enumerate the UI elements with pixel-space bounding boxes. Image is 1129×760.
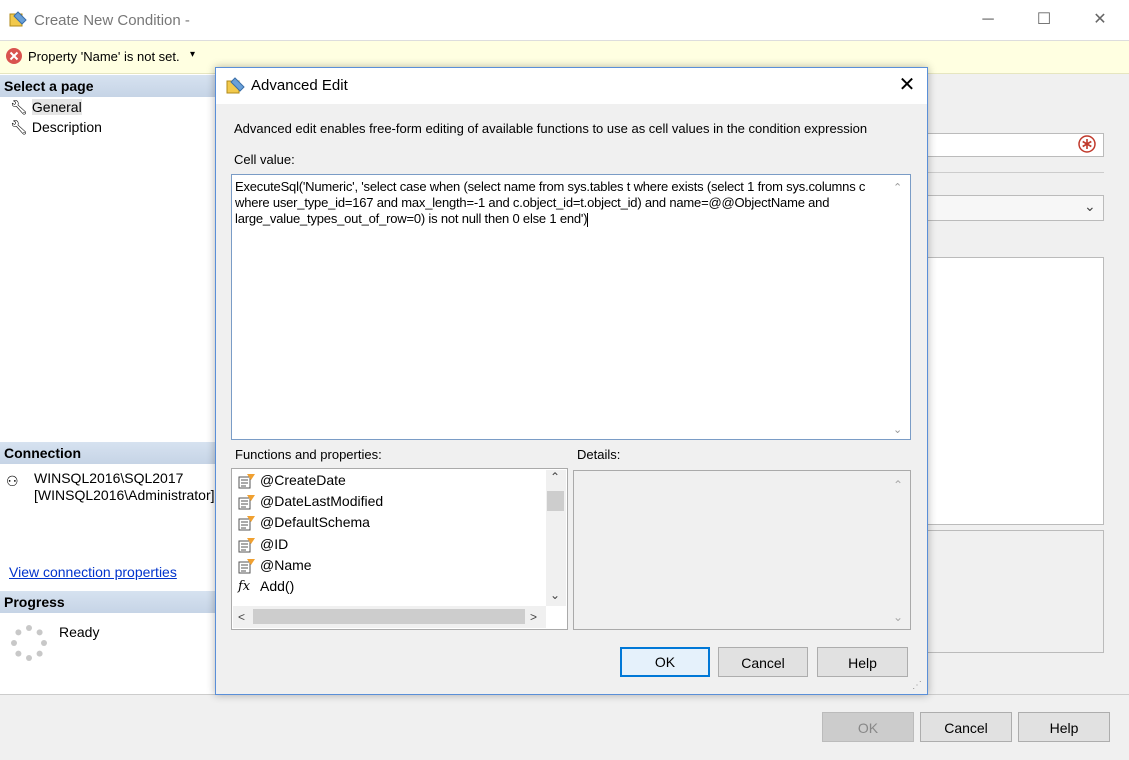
connection-info: WINSQL2016\SQL2017 [WINSQL2016\Administr… bbox=[34, 470, 215, 504]
cancel-button[interactable]: Cancel bbox=[920, 712, 1012, 742]
progress-status: Ready bbox=[59, 624, 100, 640]
dialog-ok-button[interactable]: OK bbox=[620, 647, 710, 677]
progress-spinner-icon bbox=[11, 625, 47, 661]
list-item[interactable]: @Name bbox=[238, 557, 312, 574]
expression-detail-box bbox=[926, 530, 1104, 653]
list-item[interactable]: @DefaultSchema bbox=[238, 514, 370, 531]
scroll-down-arrow-icon[interactable]: ⌄ bbox=[550, 588, 560, 602]
scroll-left-arrow-icon[interactable]: < bbox=[238, 610, 245, 624]
functions-scroll-thumb[interactable] bbox=[547, 491, 564, 511]
dialog-help-button[interactable]: Help bbox=[817, 647, 908, 677]
select-page-header: Select a page bbox=[0, 75, 215, 97]
list-item-label: @CreateDate bbox=[260, 472, 346, 488]
view-connection-properties-link[interactable]: View connection properties bbox=[9, 564, 177, 580]
list-item-label: Add() bbox=[260, 578, 295, 594]
scroll-up-arrow-icon[interactable]: ⌃ bbox=[550, 470, 560, 484]
help-button[interactable]: Help bbox=[1018, 712, 1110, 742]
connection-server: WINSQL2016\SQL2017 bbox=[34, 470, 184, 486]
list-item[interactable]: @DateLastModified bbox=[238, 493, 383, 510]
list-item[interactable]: @ID bbox=[238, 536, 288, 553]
dialog-cancel-button[interactable]: Cancel bbox=[718, 647, 808, 677]
text-caret bbox=[587, 212, 589, 227]
page-item-description[interactable]: 🔧︎ Description bbox=[10, 119, 102, 136]
list-item[interactable]: fx Add() bbox=[238, 578, 294, 595]
list-item-label: @DateLastModified bbox=[260, 493, 384, 509]
connection-header: Connection bbox=[0, 442, 215, 464]
divider bbox=[926, 172, 1104, 173]
details-label: Details: bbox=[577, 447, 621, 462]
cell-value-text[interactable]: ExecuteSql('Numeric', 'select case when … bbox=[235, 179, 887, 227]
chevron-down-icon[interactable]: ▾ bbox=[190, 49, 195, 60]
condition-app-icon bbox=[9, 11, 27, 27]
cell-value-content: ExecuteSql('Numeric', 'select case when … bbox=[235, 179, 866, 226]
required-field-icon bbox=[1078, 135, 1096, 153]
progress-header: Progress bbox=[0, 591, 215, 613]
chevron-down-icon: ⌄ bbox=[1084, 198, 1096, 214]
connection-user: [WINSQL2016\Administrator] bbox=[34, 487, 215, 503]
expression-grid[interactable] bbox=[926, 257, 1104, 525]
property-icon bbox=[238, 474, 255, 489]
page-item-label: General bbox=[31, 99, 82, 115]
functions-label: Functions and properties: bbox=[235, 447, 382, 462]
advanced-edit-icon bbox=[226, 77, 245, 94]
scroll-down-arrow-icon: ⌄ bbox=[893, 610, 904, 624]
list-item-label: @DefaultSchema bbox=[260, 514, 370, 530]
dialog-description: Advanced edit enables free-form editing … bbox=[234, 121, 868, 136]
close-window-button[interactable]: ✕ bbox=[1078, 6, 1122, 34]
maximize-button[interactable]: ☐ bbox=[1022, 6, 1066, 34]
property-icon bbox=[238, 538, 255, 553]
functions-hscroll-thumb[interactable] bbox=[253, 609, 525, 624]
scroll-down-arrow-icon[interactable]: ⌄ bbox=[893, 423, 902, 436]
window-title: Create New Condition - bbox=[34, 12, 190, 29]
scroll-right-arrow-icon[interactable]: > bbox=[530, 610, 537, 624]
property-icon bbox=[238, 559, 255, 574]
property-icon bbox=[238, 495, 255, 510]
error-icon bbox=[6, 48, 22, 64]
scroll-up-arrow-icon[interactable]: ⌃ bbox=[893, 181, 902, 194]
property-icon bbox=[238, 516, 255, 531]
details-box bbox=[573, 470, 911, 630]
wrench-icon: 🔧︎ bbox=[10, 99, 28, 115]
page-item-label: Description bbox=[31, 119, 102, 135]
warning-text[interactable]: Property 'Name' is not set. bbox=[28, 49, 180, 64]
wrench-icon: 🔧︎ bbox=[10, 119, 28, 135]
minimize-button[interactable]: ─ bbox=[966, 6, 1010, 34]
close-dialog-button[interactable]: ✕ bbox=[892, 70, 922, 100]
facet-select[interactable] bbox=[926, 195, 1104, 221]
list-item-label: @ID bbox=[260, 536, 289, 552]
function-icon: fx bbox=[238, 579, 251, 595]
dialog-title: Advanced Edit bbox=[251, 77, 348, 94]
scroll-up-arrow-icon: ⌃ bbox=[893, 478, 904, 492]
cell-value-label: Cell value: bbox=[234, 152, 295, 167]
list-item-label: @Name bbox=[260, 557, 312, 573]
page-item-general[interactable]: 🔧︎ General bbox=[10, 99, 82, 116]
list-item[interactable]: @CreateDate bbox=[238, 472, 346, 489]
connection-icon: ⚇ bbox=[6, 473, 19, 489]
resize-grip-icon[interactable]: ⋰ bbox=[912, 680, 922, 691]
ok-button[interactable]: OK bbox=[822, 712, 914, 742]
